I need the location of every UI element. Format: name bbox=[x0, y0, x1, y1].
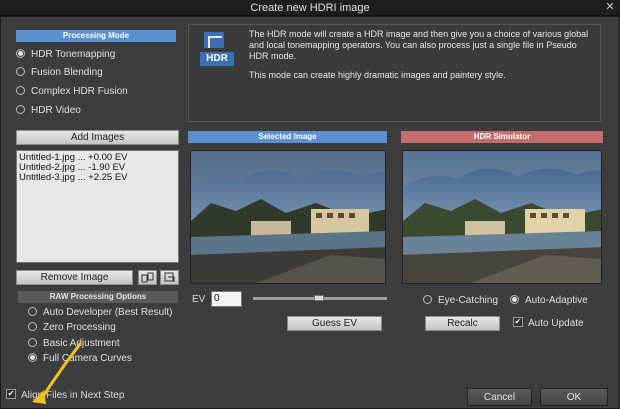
mode-description-note: This mode can create highly dramatic ima… bbox=[249, 70, 506, 80]
close-icon[interactable]: ✕ bbox=[603, 1, 617, 14]
image-file-list[interactable]: Untitled-1.jpg ... +0.00 EV Untitled-2.j… bbox=[16, 150, 179, 263]
guess-ev-button[interactable]: Guess EV bbox=[287, 316, 382, 331]
move-up-button[interactable] bbox=[138, 270, 157, 285]
annotation-arrow-icon bbox=[32, 342, 82, 404]
cancel-button[interactable]: Cancel bbox=[467, 388, 532, 406]
selected-image-header: Selected Image bbox=[188, 131, 387, 143]
add-images-button[interactable]: Add Images bbox=[16, 130, 179, 145]
radio-icon bbox=[423, 294, 432, 304]
recalc-button[interactable]: Recalc bbox=[425, 316, 500, 331]
raw-auto-developer[interactable]: Auto Developer (Best Result) bbox=[28, 306, 173, 321]
ev-label: EV bbox=[192, 294, 206, 305]
radio-icon bbox=[28, 306, 37, 316]
radio-icon bbox=[510, 294, 519, 304]
mode-fusion-blending[interactable]: Fusion Blending bbox=[16, 66, 103, 81]
move-down-icon bbox=[164, 272, 175, 282]
radio-icon bbox=[16, 48, 25, 58]
mode-complex-hdr-fusion[interactable]: Complex HDR Fusion bbox=[16, 85, 128, 100]
ok-button[interactable]: OK bbox=[540, 388, 608, 406]
mode-hdr-tonemapping[interactable]: HDR Tonemapping bbox=[16, 48, 115, 63]
sim-auto-adaptive[interactable]: Auto-Adaptive bbox=[510, 294, 588, 309]
hdr-simulator-preview bbox=[402, 150, 602, 284]
processing-mode-header: Processing Mode bbox=[16, 30, 176, 42]
move-up-icon bbox=[141, 272, 154, 283]
raw-options-header: RAW Processing Options bbox=[18, 291, 178, 303]
ev-slider-thumb[interactable] bbox=[314, 295, 324, 301]
sim-eye-catching[interactable]: Eye-Catching bbox=[423, 294, 498, 309]
mode-hdr-video[interactable]: HDR Video bbox=[16, 104, 81, 119]
radio-icon bbox=[16, 85, 25, 95]
selected-image-preview bbox=[190, 150, 386, 284]
move-down-button[interactable] bbox=[160, 270, 179, 285]
raw-zero-processing[interactable]: Zero Processing bbox=[28, 321, 116, 336]
window-title: Create new HDRI image bbox=[250, 2, 370, 14]
list-item[interactable]: Untitled-3.jpg ... +2.25 EV bbox=[17, 173, 178, 183]
auto-update-checkbox[interactable]: ✔ Auto Update bbox=[513, 317, 584, 332]
hdr-icon-label: HDR bbox=[206, 53, 228, 64]
ev-input[interactable]: 0 bbox=[211, 291, 242, 307]
remove-image-button[interactable]: Remove Image bbox=[16, 270, 133, 285]
hdr-simulator-header: HDR Simulator bbox=[401, 131, 603, 143]
hdr-mode-icon: HDR bbox=[198, 30, 238, 70]
radio-icon bbox=[16, 104, 25, 114]
radio-icon bbox=[28, 321, 37, 331]
checkmark-icon: ✔ bbox=[513, 317, 523, 328]
radio-icon bbox=[16, 66, 25, 76]
mode-description-text: The HDR mode will create a HDR image and… bbox=[249, 29, 589, 61]
